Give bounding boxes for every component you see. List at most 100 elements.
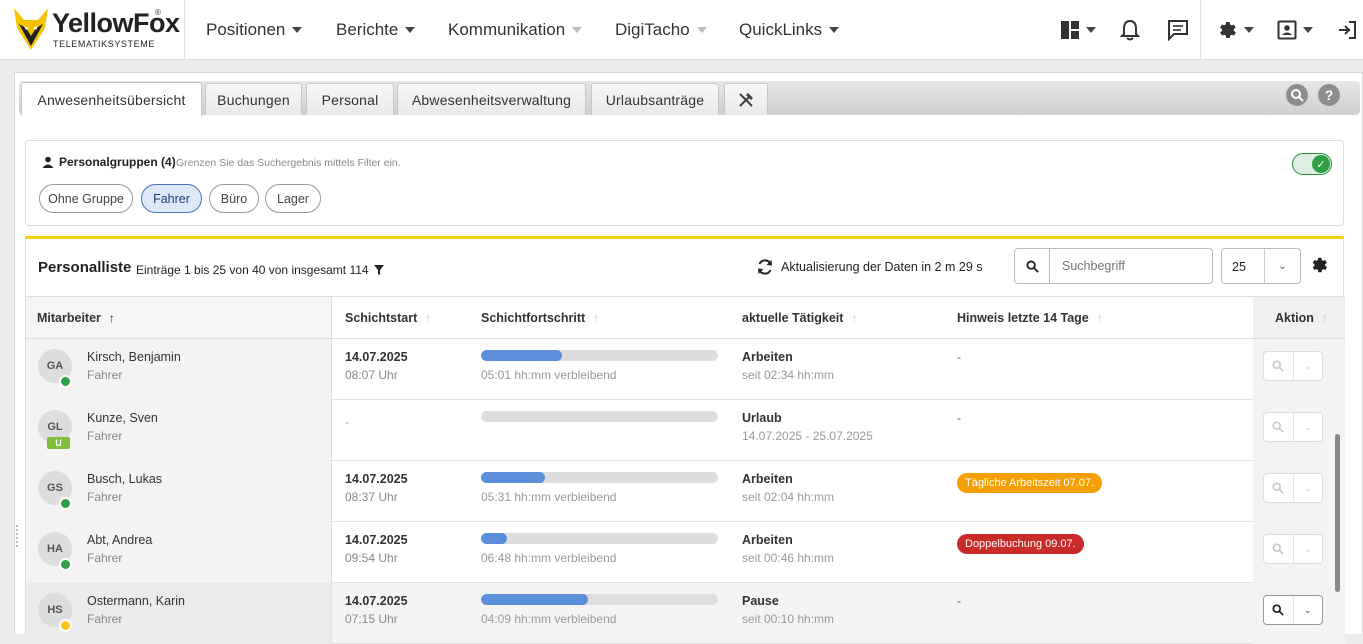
tab-personal[interactable]: Personal bbox=[306, 83, 394, 115]
activity-since: seit 00:46 hh:mm bbox=[742, 551, 835, 565]
messages-button[interactable] bbox=[1167, 16, 1189, 44]
tab-anwesenheitsuebersicht[interactable]: Anwesenheitsübersicht bbox=[21, 82, 202, 116]
row-action-button[interactable]: ⌄ bbox=[1263, 595, 1323, 625]
shift-remaining: 06:48 hh:mm verbleibend bbox=[481, 551, 617, 565]
hint-badge[interactable]: Tägliche Arbeitszeit 07.07. bbox=[957, 473, 1103, 493]
account-menu-button[interactable] bbox=[1277, 16, 1313, 44]
status-dot bbox=[59, 497, 72, 510]
tab-tools[interactable] bbox=[724, 83, 768, 115]
resize-handle[interactable] bbox=[16, 525, 20, 547]
row-search-button[interactable] bbox=[1264, 535, 1294, 563]
col-schichtfortschritt[interactable]: Schichtfortschritt ↑ bbox=[481, 311, 599, 325]
refresh-icon bbox=[758, 259, 772, 275]
status-dot bbox=[59, 375, 72, 388]
list-settings-button[interactable] bbox=[1309, 255, 1329, 280]
nav-label: Kommunikation bbox=[448, 20, 566, 39]
yellowfox-logo[interactable]: YellowFox ® TELEMATIKSYSTEME bbox=[12, 6, 182, 54]
shift-remaining: 05:31 hh:mm verbleibend bbox=[481, 490, 617, 504]
tools-icon bbox=[739, 92, 753, 107]
hint-badge[interactable]: Doppelbuchung 09.07. bbox=[957, 534, 1084, 554]
main-panel: Anwesenheitsübersicht Buchungen Personal… bbox=[14, 72, 1363, 644]
activity-since: seit 02:04 hh:mm bbox=[742, 490, 835, 504]
chevron-down-icon[interactable]: ⌄ bbox=[1294, 413, 1323, 441]
chevron-down-icon: ⌄ bbox=[1264, 249, 1300, 283]
row-search-button[interactable] bbox=[1264, 474, 1294, 502]
nav-kommunikation[interactable]: Kommunikation bbox=[448, 0, 583, 60]
employee-name: Kunze, Sven bbox=[87, 411, 158, 425]
tab-urlaubsantraege[interactable]: Urlaubsanträge bbox=[591, 83, 719, 115]
status-dot bbox=[59, 619, 72, 632]
settings-menu-button[interactable] bbox=[1216, 16, 1254, 44]
tab-buchungen[interactable]: Buchungen bbox=[205, 83, 302, 115]
activity: Arbeiten bbox=[742, 350, 793, 364]
nav-label: Berichte bbox=[336, 20, 399, 39]
table-row[interactable]: GA Kirsch, Benjamin Fahrer 14.07.2025 08… bbox=[26, 339, 1345, 400]
table-row[interactable]: HS Ostermann, Karin Fahrer 14.07.2025 07… bbox=[26, 583, 1345, 644]
employee-cell: GL U Kunze, Sven Fahrer bbox=[26, 400, 332, 461]
filter-hint: Grenzen Sie das Suchergebnis mittels Fil… bbox=[176, 157, 401, 169]
table-row[interactable]: HA Abt, Andrea Fahrer 14.07.2025 09:54 U… bbox=[26, 522, 1345, 583]
chevron-down-icon bbox=[696, 27, 707, 33]
chevron-down-icon[interactable]: ⌄ bbox=[1294, 535, 1323, 563]
table-row[interactable]: GL U Kunze, Sven Fahrer - Urlaub 14.07.2… bbox=[26, 400, 1345, 461]
notifications-button[interactable] bbox=[1120, 16, 1140, 44]
shift-time: 08:37 Uhr bbox=[345, 490, 398, 504]
activity: Urlaub bbox=[742, 411, 782, 425]
activity-since: seit 02:34 hh:mm bbox=[742, 368, 835, 382]
row-action-button[interactable]: ⌄ bbox=[1263, 351, 1323, 381]
col-hinweis[interactable]: Hinweis letzte 14 Tage ↑ bbox=[957, 311, 1103, 325]
vacation-badge: U bbox=[47, 437, 70, 449]
toolbar-divider bbox=[1200, 0, 1201, 60]
shift-progress-fill bbox=[481, 594, 588, 605]
dashboard-icon bbox=[1061, 21, 1079, 39]
employee-cell: GS Busch, Lukas Fahrer bbox=[26, 461, 332, 522]
chip-fahrer[interactable]: Fahrer bbox=[141, 184, 202, 213]
table-row[interactable]: GS Busch, Lukas Fahrer 14.07.2025 08:37 … bbox=[26, 461, 1345, 522]
search-icon bbox=[1272, 604, 1284, 616]
shift-remaining: 04:09 hh:mm verbleibend bbox=[481, 612, 617, 626]
bell-icon bbox=[1120, 19, 1140, 41]
shift-progress-fill bbox=[481, 472, 545, 483]
nav-digitacho[interactable]: DigiTacho bbox=[615, 0, 707, 60]
row-action-button[interactable]: ⌄ bbox=[1263, 473, 1323, 503]
row-search-button[interactable] bbox=[1264, 596, 1294, 624]
col-aktion[interactable]: Aktion ↑ bbox=[1275, 311, 1328, 325]
chevron-down-icon[interactable]: ⌄ bbox=[1294, 596, 1323, 624]
col-mitarbeiter[interactable]: Mitarbeiter ↑ bbox=[37, 311, 115, 325]
filter-toggle[interactable]: ✓ bbox=[1292, 153, 1332, 175]
col-schichtstart[interactable]: Schichtstart ↑ bbox=[345, 311, 431, 325]
chip-ohne-gruppe[interactable]: Ohne Gruppe bbox=[39, 184, 133, 213]
row-search-button[interactable] bbox=[1264, 352, 1294, 380]
message-icon bbox=[1168, 20, 1188, 41]
tab-label: Anwesenheitsübersicht bbox=[37, 91, 186, 108]
col-label: Mitarbeiter bbox=[37, 311, 101, 325]
tab-abwesenheitsverwaltung[interactable]: Abwesenheitsverwaltung bbox=[397, 83, 586, 115]
personnel-list: Personalliste Einträge 1 bis 25 von 40 v… bbox=[25, 236, 1345, 644]
search-input[interactable] bbox=[1050, 248, 1213, 284]
page-size-select[interactable]: 25 ⌄ bbox=[1221, 248, 1301, 284]
nav-positionen[interactable]: Positionen bbox=[206, 0, 303, 60]
filter-icon[interactable] bbox=[373, 265, 384, 275]
row-search-button[interactable] bbox=[1264, 413, 1294, 441]
chip-buero[interactable]: Büro bbox=[209, 184, 259, 213]
chip-lager[interactable]: Lager bbox=[265, 184, 321, 213]
search-button[interactable] bbox=[1014, 248, 1050, 284]
col-aktuelle-taetigkeit[interactable]: aktuelle Tätigkeit ↑ bbox=[742, 311, 857, 325]
activity-since: 14.07.2025 - 25.07.2025 bbox=[742, 429, 873, 443]
nav-berichte[interactable]: Berichte bbox=[336, 0, 416, 60]
logout-button[interactable] bbox=[1337, 16, 1357, 44]
quick-search-icon[interactable] bbox=[1286, 84, 1308, 106]
refresh-status[interactable]: Aktualisierung der Daten in 2 m 29 s bbox=[756, 258, 983, 276]
gear-icon bbox=[1312, 257, 1328, 273]
scrollbar-thumb[interactable] bbox=[1335, 434, 1340, 592]
chevron-down-icon[interactable]: ⌄ bbox=[1294, 352, 1323, 380]
help-icon[interactable]: ? bbox=[1318, 84, 1340, 106]
row-action-button[interactable]: ⌄ bbox=[1263, 534, 1323, 564]
shift-time: 07:15 Uhr bbox=[345, 612, 398, 626]
row-action-button[interactable]: ⌄ bbox=[1263, 412, 1323, 442]
nav-quicklinks[interactable]: QuickLinks bbox=[739, 0, 840, 60]
chevron-down-icon bbox=[829, 27, 840, 33]
dashboard-menu-button[interactable] bbox=[1060, 16, 1096, 44]
chevron-down-icon[interactable]: ⌄ bbox=[1294, 474, 1323, 502]
activity: Pause bbox=[742, 594, 779, 608]
